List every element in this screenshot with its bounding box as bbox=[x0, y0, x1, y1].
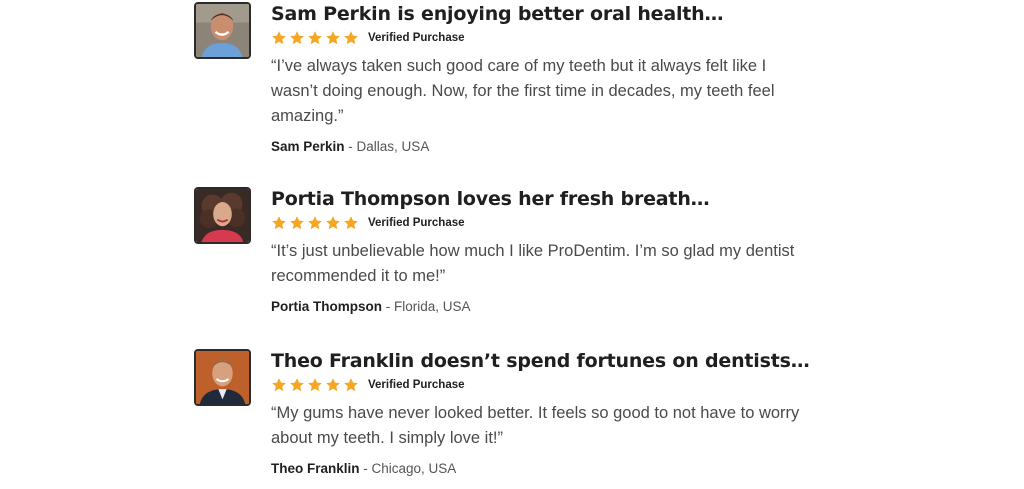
avatar-photo-icon bbox=[196, 189, 249, 242]
author-location: - Dallas, USA bbox=[344, 139, 430, 154]
avatar bbox=[194, 187, 251, 244]
review-card: Sam Perkin is enjoying better oral healt… bbox=[194, 2, 834, 154]
star-rating bbox=[271, 377, 359, 393]
star-icon bbox=[289, 377, 305, 393]
star-icon bbox=[325, 377, 341, 393]
avatar bbox=[194, 349, 251, 406]
author-location: - Florida, USA bbox=[382, 299, 471, 314]
star-icon bbox=[343, 377, 359, 393]
star-rating bbox=[271, 215, 359, 231]
star-icon bbox=[307, 377, 323, 393]
review-card: Theo Franklin doesn’t spend fortunes on … bbox=[194, 349, 834, 476]
rating-row: Verified Purchase bbox=[271, 375, 816, 395]
star-icon bbox=[271, 215, 287, 231]
star-rating bbox=[271, 30, 359, 46]
star-icon bbox=[325, 215, 341, 231]
author-name: Theo Franklin bbox=[271, 461, 360, 476]
review-author: Sam Perkin - Dallas, USA bbox=[271, 139, 816, 154]
star-icon bbox=[289, 30, 305, 46]
testimonials-section: Sam Perkin is enjoying better oral healt… bbox=[0, 0, 1024, 489]
verified-purchase-label: Verified Purchase bbox=[368, 217, 465, 229]
avatar bbox=[194, 2, 251, 59]
review-quote: “It’s just unbelievable how much I like … bbox=[271, 242, 795, 285]
review-quote: “My gums have never looked better. It fe… bbox=[271, 404, 800, 447]
avatar-photo-icon bbox=[196, 351, 249, 404]
rating-row: Verified Purchase bbox=[271, 28, 816, 48]
review-title: Portia Thompson loves her fresh breath… bbox=[271, 188, 710, 210]
verified-purchase-label: Verified Purchase bbox=[368, 379, 465, 391]
star-icon bbox=[307, 215, 323, 231]
author-location: - Chicago, USA bbox=[359, 461, 457, 476]
star-icon bbox=[343, 215, 359, 231]
star-icon bbox=[343, 30, 359, 46]
avatar-photo-icon bbox=[196, 4, 249, 57]
star-icon bbox=[289, 215, 305, 231]
verified-purchase-label: Verified Purchase bbox=[368, 32, 465, 44]
review-author: Theo Franklin - Chicago, USA bbox=[271, 461, 816, 476]
review-title: Sam Perkin is enjoying better oral healt… bbox=[271, 3, 724, 25]
star-icon bbox=[307, 30, 323, 46]
author-name: Sam Perkin bbox=[271, 139, 345, 154]
review-quote: “I’ve always taken such good care of my … bbox=[271, 57, 775, 125]
review-title: Theo Franklin doesn’t spend fortunes on … bbox=[271, 350, 810, 372]
review-author: Portia Thompson - Florida, USA bbox=[271, 299, 816, 314]
review-card: Portia Thompson loves her fresh breath… … bbox=[194, 187, 834, 314]
star-icon bbox=[325, 30, 341, 46]
star-icon bbox=[271, 30, 287, 46]
author-name: Portia Thompson bbox=[271, 299, 382, 314]
rating-row: Verified Purchase bbox=[271, 213, 816, 233]
star-icon bbox=[271, 377, 287, 393]
